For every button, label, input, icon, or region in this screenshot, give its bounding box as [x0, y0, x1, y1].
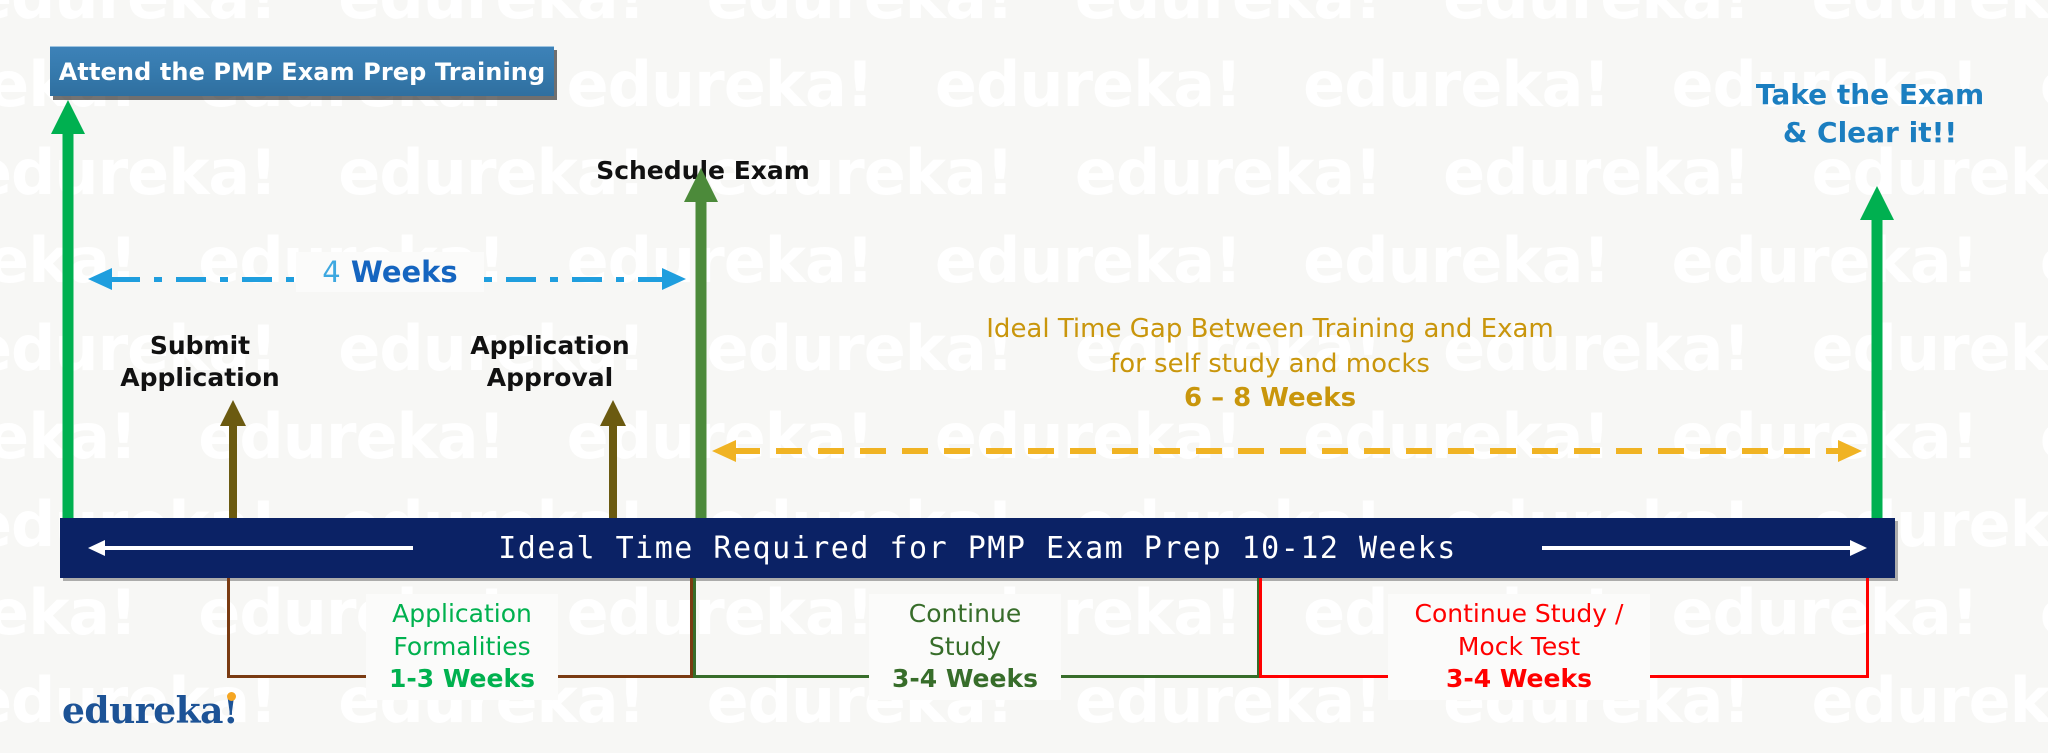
segment-1-line2: Study: [928, 631, 1002, 661]
timeline-arrow-right-icon: [1542, 540, 1867, 556]
four-weeks-label: 4 Weeks: [296, 252, 484, 292]
ideal-gap-dashed-line: [734, 448, 1840, 454]
segment-label-continue-study: Continue Study 3-4 Weeks: [869, 594, 1061, 700]
segment-1-weeks: 3-4 Weeks: [892, 664, 1038, 693]
submit-application-arrow-icon: [220, 400, 246, 520]
schedule-exam-arrow-icon: [684, 168, 718, 520]
four-weeks-number: 4: [322, 255, 341, 289]
segment-0-line2: Formalities: [393, 631, 531, 661]
four-weeks-arrowhead-left-icon: [88, 268, 112, 290]
application-approval-line2: Approval: [486, 363, 614, 392]
edureka-logo-text: edureka: [62, 690, 223, 732]
ideal-gap-note: Ideal Time Gap Between Training and Exam…: [900, 312, 1640, 416]
segment-2-line1: Continue Study /: [1414, 599, 1624, 628]
submit-application-line2: Application: [120, 363, 280, 392]
ideal-gap-arrowhead-left-icon: [712, 440, 736, 462]
attend-training-label: Attend the PMP Exam Prep Training: [58, 57, 546, 86]
submit-application-label: Submit Application: [100, 330, 300, 394]
attend-training-box: Attend the PMP Exam Prep Training: [50, 46, 554, 96]
segment-0-weeks: 1-3 Weeks: [389, 664, 535, 693]
segment-0-line1: Application: [392, 599, 532, 628]
timeline-arrow-left-icon: [88, 540, 413, 556]
timeline-bar-text: Ideal Time Required for PMP Exam Prep 10…: [498, 530, 1457, 566]
timeline-bar: Ideal Time Required for PMP Exam Prep 10…: [60, 518, 1895, 578]
four-weeks-unit: Weeks: [350, 255, 458, 289]
take-exam-label: Take the Exam & Clear it!!: [1720, 76, 2020, 152]
segment-2-weeks: 3-4 Weeks: [1446, 664, 1592, 693]
ideal-gap-arrowhead-right-icon: [1838, 440, 1862, 462]
ideal-gap-line2: for self study and mocks: [1110, 348, 1430, 379]
application-approval-line1: Application: [470, 331, 630, 360]
ideal-gap-span-arrow-icon: [712, 440, 1862, 462]
take-exam-arrow-icon: [1860, 186, 1894, 520]
application-approval-arrow-icon: [600, 400, 626, 520]
submit-application-line1: Submit: [149, 331, 251, 360]
take-exam-line1: Take the Exam: [1755, 78, 1985, 111]
segment-label-application-formalities: Application Formalities 1-3 Weeks: [366, 594, 558, 700]
training-arrow-icon: [51, 100, 85, 520]
segment-1-line1: Continue: [908, 599, 1022, 628]
take-exam-line2: & Clear it!!: [1782, 115, 1958, 149]
four-weeks-arrowhead-right-icon: [662, 268, 686, 290]
diagram-canvas: Attend the PMP Exam Prep Training Schedu…: [0, 0, 2048, 753]
segment-2-line2: Mock Test: [1457, 631, 1581, 661]
ideal-gap-line1: Ideal Time Gap Between Training and Exam: [986, 314, 1554, 344]
edureka-logo: edureka!: [62, 690, 239, 732]
segment-label-continue-study-mock-test: Continue Study / Mock Test 3-4 Weeks: [1388, 594, 1650, 700]
ideal-gap-weeks: 6 – 8 Weeks: [1183, 383, 1357, 414]
application-approval-label: Application Approval: [440, 330, 660, 394]
